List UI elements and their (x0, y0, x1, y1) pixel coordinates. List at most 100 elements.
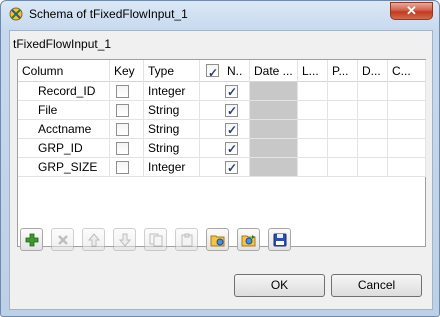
add-button[interactable] (20, 228, 43, 251)
dialog-body: tFixedFlowInput_1 Column Key Type N.. Da… (9, 30, 433, 310)
paste-button[interactable] (175, 228, 198, 251)
column-name-cell[interactable]: GRP_SIZE (18, 158, 110, 177)
nullable-checkbox[interactable] (225, 121, 238, 138)
schema-table: Column Key Type N.. Date ... L... P... D… (17, 59, 426, 247)
export-button[interactable] (237, 228, 260, 251)
header-key[interactable]: Key (110, 60, 144, 82)
cancel-button[interactable]: Cancel (331, 274, 422, 297)
close-icon: ✕ (406, 3, 417, 18)
comment-cell[interactable] (388, 120, 426, 139)
copy-button[interactable] (144, 228, 167, 251)
move-down-icon (118, 233, 131, 247)
paste-icon (181, 233, 192, 246)
column-name-cell[interactable]: Acctname (18, 120, 110, 139)
default-cell[interactable] (358, 158, 388, 177)
length-cell[interactable] (298, 158, 328, 177)
default-cell[interactable] (358, 139, 388, 158)
date-pattern-cell[interactable] (250, 82, 298, 101)
comment-cell[interactable] (388, 101, 426, 120)
delete-icon (57, 234, 68, 245)
save-button[interactable] (268, 228, 291, 251)
key-checkbox[interactable] (116, 104, 129, 117)
ok-button[interactable]: OK (234, 274, 325, 297)
header-length[interactable]: L... (298, 60, 328, 82)
move-up-button[interactable] (82, 228, 105, 251)
close-button[interactable]: ✕ (390, 2, 433, 20)
length-cell[interactable] (298, 120, 328, 139)
window-title: Schema of tFixedFlowInput_1 (29, 7, 188, 21)
type-cell[interactable]: String (144, 101, 200, 120)
save-icon (273, 233, 286, 246)
nullable-checkbox[interactable] (225, 159, 238, 176)
talend-component-icon (9, 7, 23, 21)
column-name-cell[interactable]: Record_ID (18, 82, 110, 101)
length-cell[interactable] (298, 101, 328, 120)
column-name-cell[interactable]: File (18, 101, 110, 120)
header-comment[interactable]: C... (388, 60, 426, 82)
title-bar: Schema of tFixedFlowInput_1 ✕ (1, 1, 439, 28)
header-column[interactable]: Column (18, 60, 110, 82)
key-cell[interactable] (110, 158, 144, 177)
default-cell[interactable] (358, 120, 388, 139)
precision-cell[interactable] (328, 158, 358, 177)
date-pattern-cell[interactable] (250, 101, 298, 120)
nullable-all-checkbox[interactable] (206, 62, 219, 82)
add-icon (25, 233, 38, 246)
schema-name-label: tFixedFlowInput_1 (13, 37, 112, 51)
nullable-cell[interactable] (200, 82, 250, 101)
key-checkbox[interactable] (116, 123, 129, 136)
key-cell[interactable] (110, 139, 144, 158)
key-cell[interactable] (110, 82, 144, 101)
date-pattern-cell[interactable] (250, 139, 298, 158)
column-name-cell[interactable]: GRP_ID (18, 139, 110, 158)
nullable-cell[interactable] (200, 101, 250, 120)
header-default[interactable]: D... (358, 60, 388, 82)
import-icon (210, 235, 224, 246)
move-up-icon (87, 232, 100, 246)
key-checkbox[interactable] (116, 85, 129, 98)
type-cell[interactable]: String (144, 120, 200, 139)
key-cell[interactable] (110, 120, 144, 139)
length-cell[interactable] (298, 139, 328, 158)
import-button[interactable] (206, 228, 229, 251)
precision-cell[interactable] (328, 120, 358, 139)
nullable-cell[interactable] (200, 120, 250, 139)
default-cell[interactable] (358, 82, 388, 101)
comment-cell[interactable] (388, 139, 426, 158)
date-pattern-cell[interactable] (250, 120, 298, 139)
nullable-cell[interactable] (200, 158, 250, 177)
header-type[interactable]: Type (144, 60, 200, 82)
header-nullable[interactable]: N.. (200, 60, 250, 82)
date-pattern-cell[interactable] (250, 158, 298, 177)
precision-cell[interactable] (328, 139, 358, 158)
type-cell[interactable]: String (144, 139, 200, 158)
table-row[interactable]: GRP_SIZE Integer (18, 158, 426, 177)
table-row[interactable]: Acctname String (18, 120, 426, 139)
type-cell[interactable]: Integer (144, 82, 200, 101)
length-cell[interactable] (298, 82, 328, 101)
table-row[interactable]: File String (18, 101, 426, 120)
copy-icon (149, 233, 162, 246)
key-checkbox[interactable] (116, 161, 129, 174)
key-cell[interactable] (110, 101, 144, 120)
key-checkbox[interactable] (116, 142, 129, 155)
header-precision[interactable]: P... (328, 60, 358, 82)
table-row[interactable]: Record_ID Integer (18, 82, 426, 101)
nullable-checkbox[interactable] (225, 83, 238, 100)
default-cell[interactable] (358, 101, 388, 120)
nullable-cell[interactable] (200, 139, 250, 158)
nullable-checkbox[interactable] (225, 140, 238, 157)
comment-cell[interactable] (388, 82, 426, 101)
type-cell[interactable]: Integer (144, 158, 200, 177)
table-row[interactable]: GRP_ID String (18, 139, 426, 158)
comment-cell[interactable] (388, 158, 426, 177)
delete-button[interactable] (51, 228, 74, 251)
table-header: Column Key Type N.. Date ... L... P... D… (18, 60, 426, 82)
move-down-button[interactable] (113, 228, 136, 251)
precision-cell[interactable] (328, 82, 358, 101)
header-date-pattern[interactable]: Date ... (250, 60, 298, 82)
precision-cell[interactable] (328, 101, 358, 120)
nullable-checkbox[interactable] (225, 102, 238, 119)
export-icon (241, 234, 255, 246)
schema-dialog: Schema of tFixedFlowInput_1 ✕ tFixedFlow… (0, 0, 440, 317)
